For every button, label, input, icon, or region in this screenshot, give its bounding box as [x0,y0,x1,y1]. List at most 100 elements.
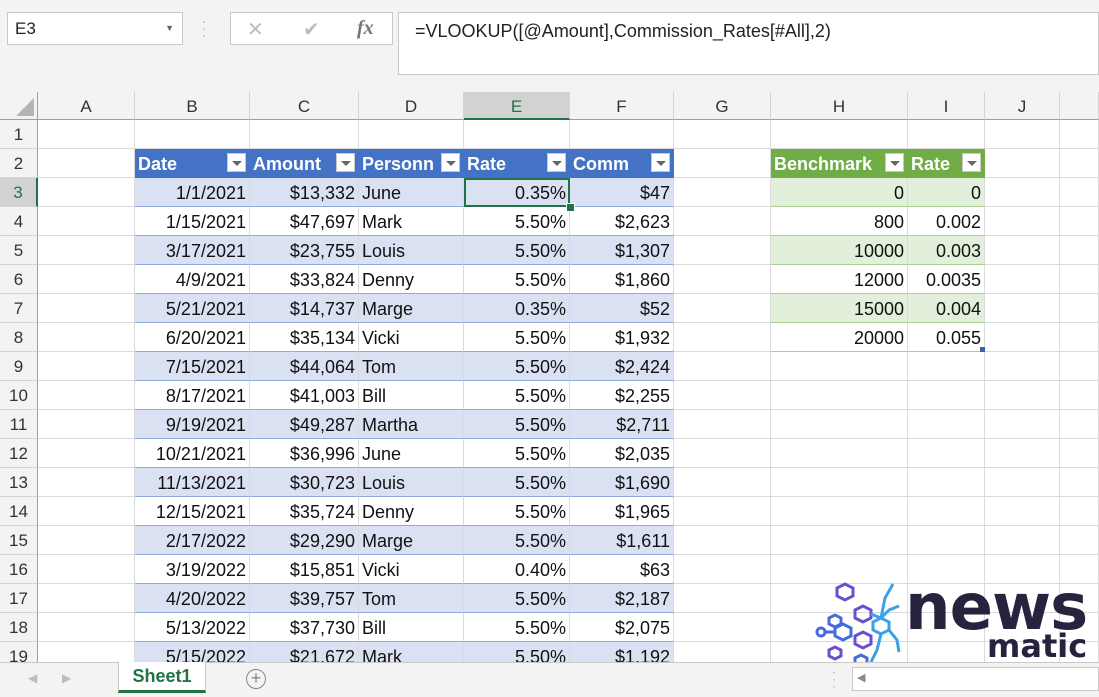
sales-cell[interactable]: Denny [359,497,464,526]
grid-cell[interactable] [359,120,464,149]
column-header-a[interactable]: A [38,92,135,120]
row-header-10[interactable]: 10 [0,381,38,410]
grid-cell[interactable] [1060,323,1099,352]
rates-cell[interactable]: 0 [908,178,985,207]
sales-cell[interactable]: Louis [359,236,464,265]
grid-cell[interactable] [674,120,771,149]
rates-header-benchmark[interactable]: Benchmark [771,149,908,178]
grid-cell[interactable] [908,352,985,381]
sales-cell[interactable]: 5.50% [464,236,570,265]
drag-handle-icon[interactable]: · · · [201,14,207,42]
sales-cell[interactable]: $41,003 [250,381,359,410]
row-header-5[interactable]: 5 [0,236,38,265]
sales-header-rate[interactable]: Rate [464,149,570,178]
grid-cell[interactable] [674,584,771,613]
grid-cell[interactable] [38,352,135,381]
formula-input[interactable]: =VLOOKUP([@Amount],Commission_Rates[#All… [398,12,1099,75]
column-header-b[interactable]: B [135,92,250,120]
table-resize-handle[interactable] [980,347,985,352]
sales-cell[interactable]: 5/13/2022 [135,613,250,642]
grid-cell[interactable] [674,149,771,178]
splitter-handle-icon[interactable]: · · · [832,666,836,692]
grid-cell[interactable] [985,497,1060,526]
grid-cell[interactable] [771,410,908,439]
sales-cell[interactable]: 5.50% [464,323,570,352]
sales-cell[interactable]: $1,690 [570,468,674,497]
sales-cell[interactable]: $2,075 [570,613,674,642]
grid-cell[interactable] [674,265,771,294]
rates-header-rate[interactable]: Rate [908,149,985,178]
rates-cell[interactable]: 0.055 [908,323,985,352]
sales-cell[interactable]: 9/19/2021 [135,410,250,439]
filter-dropdown-icon[interactable] [651,153,670,172]
sales-cell[interactable]: $2,711 [570,410,674,439]
sales-cell[interactable]: 7/15/2021 [135,352,250,381]
grid-cell[interactable] [674,468,771,497]
sales-header-personn[interactable]: Personn [359,149,464,178]
grid-cell[interactable] [1060,236,1099,265]
grid-cell[interactable] [985,236,1060,265]
grid-cell[interactable] [674,178,771,207]
column-header-e[interactable]: E [464,92,570,120]
grid-cell[interactable] [985,468,1060,497]
sales-cell[interactable]: $13,332 [250,178,359,207]
grid-cell[interactable] [674,555,771,584]
grid-cell[interactable] [674,613,771,642]
row-header-18[interactable]: 18 [0,613,38,642]
grid-cell[interactable] [771,526,908,555]
sales-cell[interactable]: 5.50% [464,584,570,613]
grid-cell[interactable] [985,439,1060,468]
filter-dropdown-icon[interactable] [227,153,246,172]
grid-cell[interactable] [985,120,1060,149]
grid-cell[interactable] [771,468,908,497]
sales-cell[interactable]: $47,697 [250,207,359,236]
sheet-tab-sheet1[interactable]: Sheet1 [118,662,206,693]
sales-cell[interactable]: $1,307 [570,236,674,265]
close-icon[interactable]: ✕ [247,17,264,42]
row-header-16[interactable]: 16 [0,555,38,584]
grid-cell[interactable] [1060,410,1099,439]
grid-cell[interactable] [985,294,1060,323]
grid-cell[interactable] [38,323,135,352]
sales-header-date[interactable]: Date [135,149,250,178]
column-header-j[interactable]: J [985,92,1060,120]
row-header-15[interactable]: 15 [0,526,38,555]
grid-cell[interactable] [1060,468,1099,497]
grid-cell[interactable] [985,149,1060,178]
sales-cell[interactable]: 0.40% [464,555,570,584]
grid-cell[interactable] [674,352,771,381]
row-header-11[interactable]: 11 [0,410,38,439]
scroll-left-icon[interactable]: ◀ [857,671,865,684]
sales-cell[interactable]: June [359,439,464,468]
grid-cell[interactable] [38,149,135,178]
column-header-c[interactable]: C [250,92,359,120]
sales-cell[interactable]: 3/17/2021 [135,236,250,265]
grid-cell[interactable] [908,497,985,526]
grid-cell[interactable] [38,294,135,323]
active-cell[interactable]: 0.35% [464,178,570,207]
sales-cell[interactable]: $1,965 [570,497,674,526]
sales-cell[interactable]: Denny [359,265,464,294]
add-sheet-button[interactable]: + [246,669,266,689]
column-header-h[interactable]: H [771,92,908,120]
grid-cell[interactable] [38,410,135,439]
grid-cell[interactable] [771,120,908,149]
grid-cell[interactable] [1060,120,1099,149]
filter-dropdown-icon[interactable] [441,153,460,172]
grid-cell[interactable] [908,410,985,439]
sales-cell[interactable]: 4/20/2022 [135,584,250,613]
sales-cell[interactable]: 5.50% [464,381,570,410]
grid-cell[interactable] [38,468,135,497]
rates-cell[interactable]: 800 [771,207,908,236]
sales-cell[interactable]: 5.50% [464,410,570,439]
grid-cell[interactable] [38,584,135,613]
sales-cell[interactable]: $35,134 [250,323,359,352]
grid-cell[interactable] [38,613,135,642]
grid-cell[interactable] [250,120,359,149]
row-header-17[interactable]: 17 [0,584,38,613]
sales-cell[interactable]: 11/13/2021 [135,468,250,497]
sales-cell[interactable]: $1,932 [570,323,674,352]
sales-cell[interactable]: $47 [570,178,674,207]
sales-cell[interactable]: Vicki [359,555,464,584]
grid-cell[interactable] [674,526,771,555]
